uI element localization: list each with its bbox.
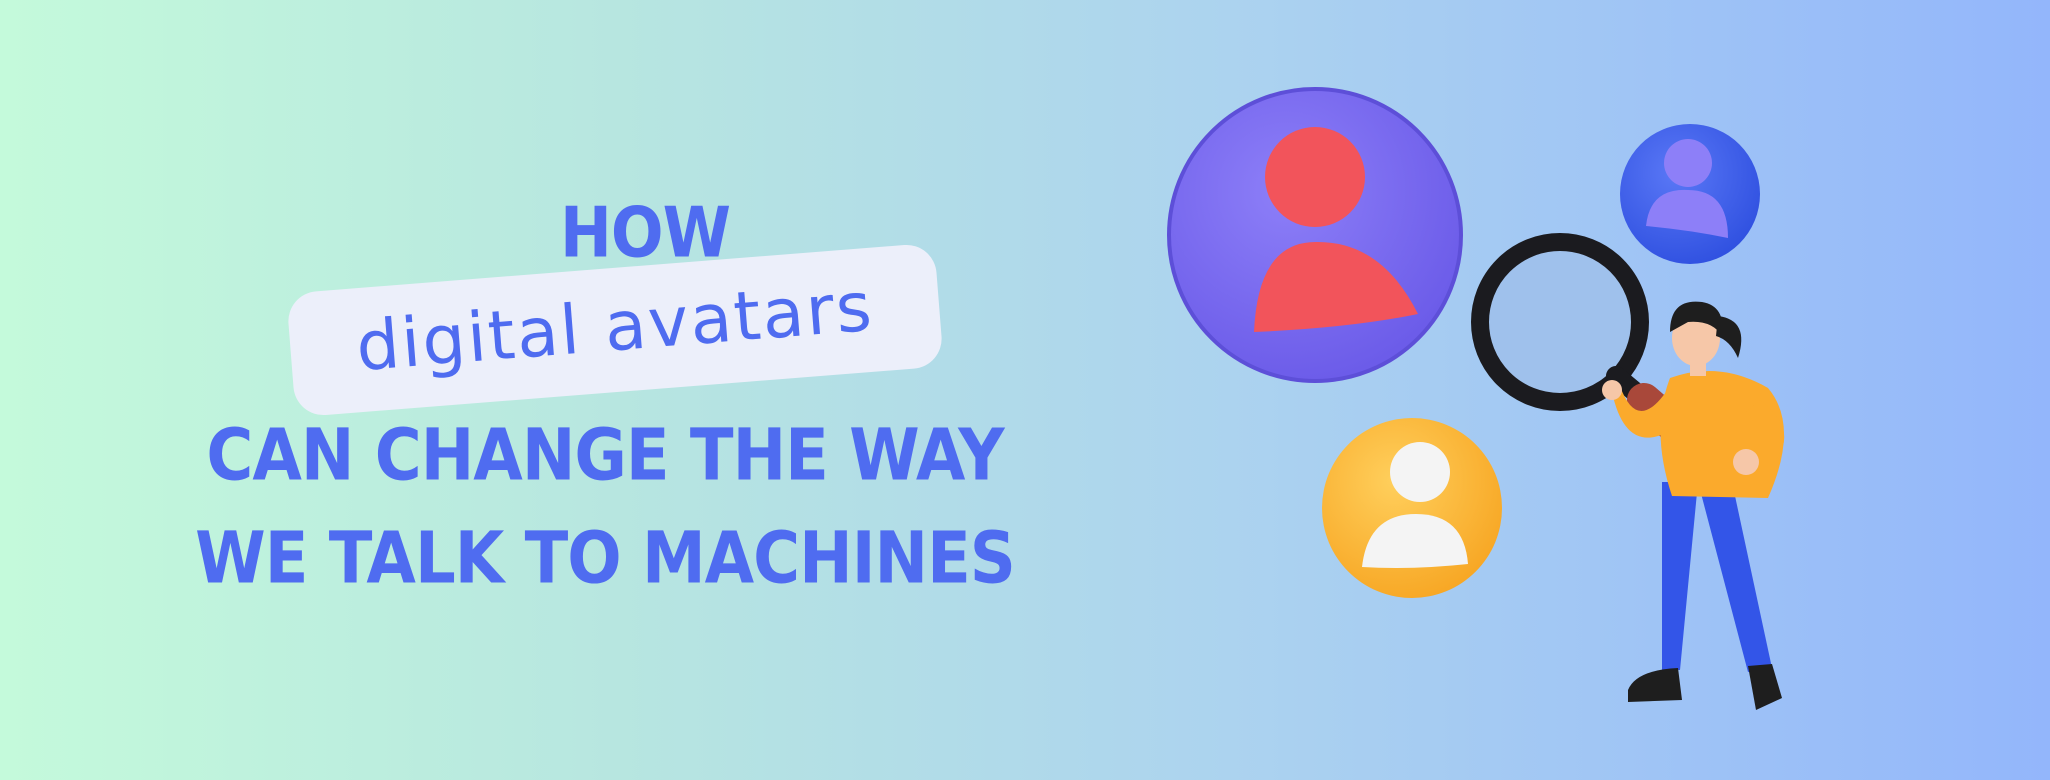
illustration <box>1150 70 1850 730</box>
headline-line-2: WE TALK TO MACHINES <box>195 517 1016 601</box>
highlight-pill: digital avatars <box>286 242 944 418</box>
headline: HOW digital avatars CAN CHANGE THE WAY W… <box>0 0 1290 780</box>
illustration-svg <box>1167 87 1785 710</box>
banner: HOW digital avatars CAN CHANGE THE WAY W… <box>0 0 2050 780</box>
highlight-text: digital avatars <box>353 267 877 387</box>
headline-line-1: CAN CHANGE THE WAY <box>206 414 1004 498</box>
user-icon-red <box>1167 87 1463 383</box>
user-icon-purple <box>1620 124 1760 264</box>
user-icon-white <box>1322 418 1502 598</box>
